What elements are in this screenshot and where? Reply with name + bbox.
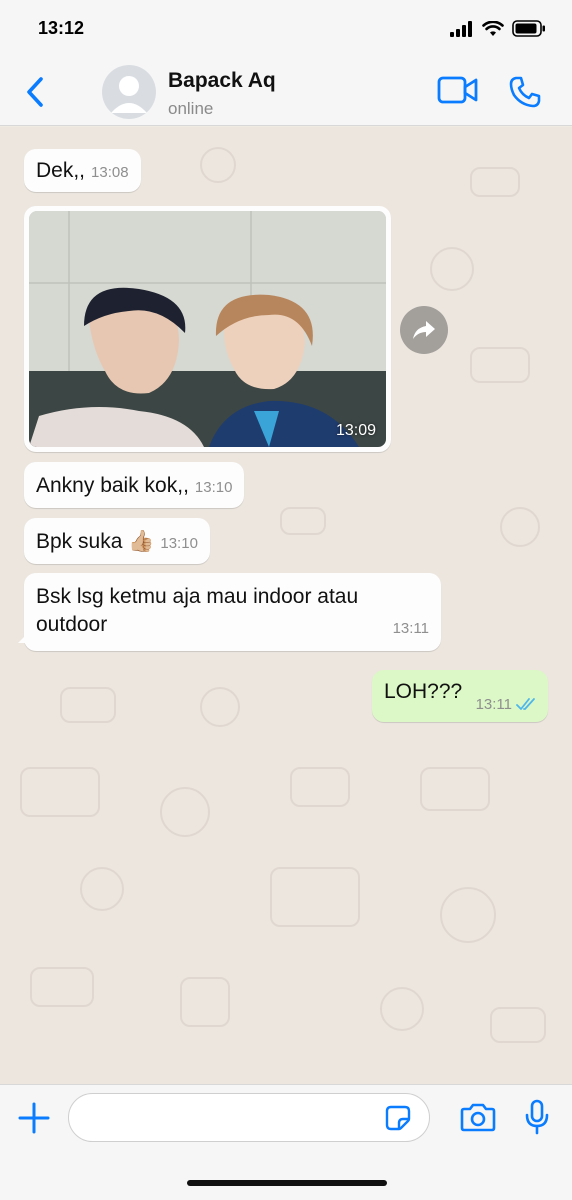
chat-area[interactable]: Dek,, 13:08 13:09 Ankny baik kok,, 13:10… — [0, 127, 572, 1084]
wallpaper-doodle — [290, 767, 350, 807]
video-call-button[interactable] — [437, 76, 479, 109]
message-time: 13:08 — [91, 164, 129, 181]
status-bar: 13:12 — [0, 0, 572, 56]
phone-icon — [509, 76, 541, 108]
message-incoming[interactable]: Bsk lsg ketmu aja mau indoor atau outdoo… — [24, 573, 441, 651]
wallpaper-doodle — [380, 987, 424, 1031]
back-chevron-icon — [27, 77, 43, 107]
message-text: LOH??? — [384, 680, 463, 703]
input-bar — [0, 1084, 572, 1200]
wallpaper-doodle — [60, 687, 116, 723]
message-text: Bsk lsg ketmu aja mau indoor atau outdoo… — [36, 585, 359, 636]
sticker-button[interactable] — [385, 1105, 411, 1136]
signal-icon — [450, 20, 472, 37]
photo-content — [29, 211, 386, 447]
voice-call-button[interactable] — [508, 75, 542, 114]
forward-icon — [413, 321, 435, 339]
avatar-placeholder-icon — [111, 76, 147, 113]
message-field[interactable] — [68, 1093, 430, 1142]
wallpaper-doodle — [200, 687, 240, 727]
home-indicator — [187, 1180, 387, 1186]
contact-status: online — [168, 99, 214, 118]
back-button[interactable] — [20, 74, 50, 110]
wallpaper-doodle — [270, 867, 360, 927]
message-incoming[interactable]: Dek,, 13:08 — [24, 149, 141, 192]
attach-button[interactable] — [18, 1102, 50, 1139]
message-time: 13:09 — [335, 422, 376, 439]
sticker-icon — [385, 1105, 411, 1131]
chat-photo[interactable]: 13:09 — [29, 211, 386, 447]
wallpaper-doodle — [280, 507, 326, 535]
message-time: 13:10 — [194, 479, 233, 496]
message-outgoing[interactable]: LOH??? 13:11 — [372, 670, 548, 722]
wallpaper-doodle — [420, 767, 490, 811]
wallpaper-doodle — [470, 167, 520, 197]
status-icons — [450, 20, 546, 37]
message-text: Dek,, — [36, 159, 86, 182]
wallpaper-doodle — [160, 787, 210, 837]
forward-button[interactable] — [400, 306, 448, 354]
wallpaper-doodle — [500, 507, 540, 547]
wallpaper-doodle — [440, 887, 496, 943]
wallpaper-doodle — [20, 767, 100, 817]
video-call-icon — [437, 76, 478, 104]
message-incoming[interactable]: Ankny baik kok,, 13:10 — [24, 462, 245, 508]
camera-icon — [460, 1103, 496, 1132]
avatar[interactable] — [102, 65, 156, 119]
camera-button[interactable] — [460, 1102, 496, 1137]
wallpaper-doodle — [430, 247, 474, 291]
message-text: Ankny baik kok,, — [36, 474, 189, 497]
wifi-icon — [482, 20, 504, 36]
message-time: 13:11 — [475, 696, 512, 713]
status-time: 13:12 — [38, 18, 85, 38]
message-input[interactable] — [85, 1104, 375, 1132]
wallpaper-doodle — [80, 867, 124, 911]
double-check-icon — [516, 698, 535, 710]
wallpaper-doodle — [180, 977, 230, 1027]
message-text: Bpk suka 👍🏼 — [36, 530, 155, 553]
message-image[interactable]: 13:09 — [24, 206, 391, 452]
wallpaper-doodle — [200, 147, 236, 183]
voice-message-button[interactable] — [524, 1099, 550, 1140]
microphone-icon — [525, 1099, 549, 1135]
message-incoming[interactable]: Bpk suka 👍🏼 13:10 — [24, 518, 210, 564]
message-time: 13:10 — [160, 535, 198, 552]
plus-icon — [18, 1102, 50, 1134]
contact-name[interactable]: Bapack Aq — [168, 69, 276, 93]
message-time: 13:11 — [392, 620, 429, 637]
chat-header: Bapack Aq online — [0, 56, 572, 126]
bubble-tail — [18, 633, 28, 643]
wallpaper-doodle — [490, 1007, 546, 1043]
battery-icon — [512, 20, 545, 37]
wallpaper-doodle — [30, 967, 94, 1007]
wallpaper-doodle — [470, 347, 530, 383]
